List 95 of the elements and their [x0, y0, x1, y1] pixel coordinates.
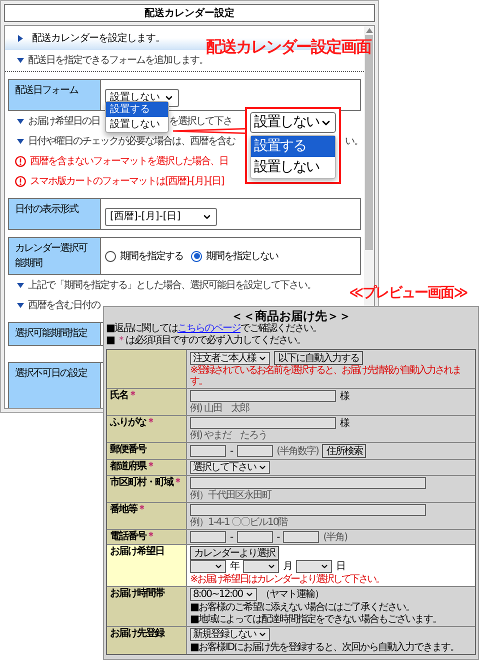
preview-title: ＜＜商品お届け先＞＞	[230, 309, 352, 323]
example-text: 例）千代田区永田町	[190, 490, 271, 500]
example-text: 例）1-4-1 〇〇ビル10階	[190, 516, 288, 528]
select-field[interactable]: [西暦]-[月]-[日]	[105, 208, 217, 226]
triangle-icon	[17, 34, 24, 42]
chevron-icon	[258, 630, 267, 639]
field-label: 都道府県＊	[110, 461, 155, 472]
field-label: お届け先登録	[110, 628, 164, 639]
dropdown-option[interactable]: 設置しない	[251, 157, 335, 178]
hint-text: 上記で「期間を指定する」とした場合、選択可能日を設定して下さい。	[28, 278, 316, 292]
chevron-icon	[244, 590, 254, 599]
triangle-icon	[17, 138, 24, 144]
text-input[interactable]	[236, 531, 273, 543]
radio-button[interactable]	[105, 250, 116, 262]
hint-text: を選択して下さ	[169, 114, 232, 128]
text-input[interactable]	[190, 390, 336, 402]
example-text: (半角)	[323, 532, 348, 542]
scroll-up-icon[interactable]	[366, 28, 372, 33]
field-label: 電話番号＊	[110, 531, 155, 542]
annotation-caption: 配送カレンダー設定画面	[206, 36, 371, 58]
triangle-icon	[17, 57, 24, 64]
inline-text: 日	[336, 561, 345, 572]
inline-text: -	[276, 532, 280, 542]
dropdown-option[interactable]: 設置しない	[106, 117, 168, 132]
triangle-icon	[17, 282, 24, 288]
notice-text: ■返品に関してはこちらのページでご確認ください。	[106, 323, 322, 334]
alert-icon	[15, 156, 26, 166]
action-button[interactable]: 以下に自動入力する	[274, 351, 363, 365]
text-input[interactable]	[190, 417, 336, 429]
field-label: お届け希望日	[110, 546, 164, 557]
select-field[interactable]: 8:00~12:00	[190, 588, 257, 601]
example-text: (半角数字)	[276, 446, 318, 456]
field-label: 郵便番号	[110, 444, 146, 455]
inline-text: 月	[283, 561, 292, 572]
window-title: 配送カレンダー設定	[4, 4, 375, 22]
select-field[interactable]: 注文者ご本人様	[190, 352, 270, 364]
field-label: 番地等＊	[110, 504, 146, 515]
hint-text: お届け希望日の日	[28, 114, 100, 128]
chevron-icon	[320, 562, 329, 571]
triangle-icon	[17, 118, 24, 124]
hint-text: い。	[345, 134, 363, 148]
inline-text: ■お客様のご希望に添えない場合にはご了承ください。	[190, 602, 414, 612]
text-input[interactable]	[190, 531, 226, 543]
dropdown-option[interactable]: 設置する	[106, 102, 168, 117]
inline-text: -	[230, 532, 233, 542]
field-label: 配送日フォーム	[15, 84, 78, 98]
radio-option[interactable]: 期間を指定しない	[191, 248, 278, 264]
inline-text: ■地域によっては配達時間指定をできない場合もございます。	[190, 614, 442, 624]
inline-text: -	[230, 446, 233, 456]
notice-text: ■ ＊は必須項目ですので必ず入力してください。	[106, 335, 307, 347]
field-label: 日付の表示形式	[15, 202, 78, 217]
field-label: ふりがな＊	[110, 417, 155, 428]
annotation-caption: ≪プレビュー画面≫	[349, 284, 468, 303]
triangle-icon	[17, 302, 24, 308]
inline-text: ■お客様IDにお届け先を登録すると、次回から自動入力できます。	[190, 642, 460, 652]
select-field[interactable]: 選択して下さい	[190, 461, 270, 474]
chevron-icon	[214, 562, 223, 571]
field-label: 選択不可日の設定	[15, 366, 87, 381]
text-input[interactable]	[190, 477, 426, 489]
select-field[interactable]	[243, 560, 279, 573]
hint-text: 西暦を含む日付の	[28, 298, 100, 312]
inline-text: 様	[340, 418, 349, 428]
text-input[interactable]	[190, 445, 226, 457]
field-label: カレンダー選択可能期間	[15, 242, 88, 271]
text-input[interactable]	[190, 504, 426, 516]
note-text: 配送日を指定できるフォームを追加します。	[28, 54, 208, 68]
inline-text: 年	[230, 561, 239, 572]
inline-text: 様	[340, 390, 349, 402]
field-label: お届け時間帯	[110, 588, 164, 599]
warning-text: スマホ版カートのフォーマットは[西暦]-[月]-[日]	[30, 174, 224, 188]
alert-icon	[15, 176, 26, 186]
page-link[interactable]: こちらのページ	[177, 323, 240, 334]
chevron-icon	[258, 463, 267, 472]
alert-text: ※登録されているお名前を選択すると、お届け先情報が自動入力されます。	[190, 365, 462, 387]
radio-option[interactable]: 期間を指定する	[105, 248, 183, 264]
inline-text: （ヤマト運輸）	[260, 589, 324, 600]
text-input[interactable]	[283, 531, 320, 543]
action-button[interactable]: 住所検索	[322, 444, 366, 458]
alert-text: ※お届け希望日はカレンダーより選択して下さい。	[190, 574, 384, 584]
select-field[interactable]	[190, 560, 226, 573]
example-text: 例) やまだ たろう	[190, 430, 268, 440]
field-label: 氏名＊	[110, 390, 137, 401]
dropdown-option[interactable]: 設置する	[251, 136, 335, 157]
radio-button[interactable]	[191, 250, 202, 262]
action-button[interactable]: カレンダーより選択	[190, 546, 279, 560]
field-label: 市区町村・町域＊	[110, 477, 182, 488]
warning-text: 西暦を含まないフォーマットを選択した場合、日	[30, 154, 228, 168]
field-label: 選択可能期間指定	[15, 326, 87, 341]
select-field[interactable]: 新規登録しない	[190, 628, 270, 641]
select-field[interactable]	[296, 560, 332, 573]
select-field[interactable]: 設置しない	[250, 112, 336, 133]
chevron-icon	[267, 562, 276, 571]
example-text: 例) 山田 太郎	[190, 402, 250, 414]
hint-text: 日付や曜日のチェックが必要な場合は、西暦を含む	[28, 134, 235, 148]
text-input[interactable]	[236, 445, 273, 457]
